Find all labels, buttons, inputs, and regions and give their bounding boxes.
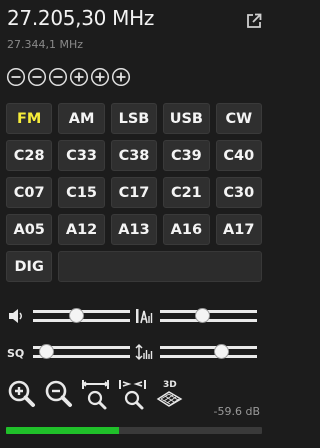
speaker-icon xyxy=(9,309,22,323)
volume-slider[interactable] xyxy=(33,305,130,327)
minus-circle-icon[interactable] xyxy=(6,67,26,87)
signal-level-readout: -59.6 dB xyxy=(213,405,261,418)
mode-button-fm[interactable]: FM xyxy=(6,103,53,134)
channel-row: C28 C33 C38 C39 C40 xyxy=(6,140,262,171)
zoom-in-icon[interactable] xyxy=(6,377,37,411)
plus-circle-icon[interactable] xyxy=(111,67,131,87)
minus-circle-icon[interactable] xyxy=(48,67,68,87)
plus-circle-icon[interactable] xyxy=(69,67,89,87)
channel-button-c39[interactable]: C39 xyxy=(163,140,210,171)
squelch-slider[interactable] xyxy=(33,341,130,363)
svg-text:SQ: SQ xyxy=(7,347,24,360)
frequency-step-buttons xyxy=(6,67,131,87)
mode-button-usb[interactable]: USB xyxy=(163,103,210,134)
channel-button-c07[interactable]: C07 xyxy=(6,177,53,208)
channel-button-c33[interactable]: C33 xyxy=(58,140,105,171)
dig-row: DIG xyxy=(6,251,262,282)
secondary-frequency: 27.344,1 MHz xyxy=(7,38,84,51)
mode-button-am[interactable]: AM xyxy=(58,103,105,134)
squelch-slider-knob[interactable] xyxy=(39,344,55,359)
zoom-out-icon[interactable] xyxy=(43,377,74,411)
zoom-center-icon[interactable] xyxy=(117,377,148,411)
channel-button-c30[interactable]: C30 xyxy=(215,177,262,208)
agc-slider[interactable] xyxy=(160,305,257,327)
mode-button-lsb[interactable]: LSB xyxy=(110,103,158,134)
channel-button-c38[interactable]: C38 xyxy=(110,140,158,171)
channel-button-a17[interactable]: A17 xyxy=(215,214,262,245)
channel-button-a05[interactable]: A05 xyxy=(6,214,53,245)
channel-row: C07 C15 C17 C21 C30 xyxy=(6,177,262,208)
noise-reduction-icon xyxy=(135,343,153,361)
plus-circle-icon[interactable] xyxy=(90,67,110,87)
dig-display xyxy=(58,251,262,282)
slider-row-2: SQ xyxy=(6,339,264,365)
frequency-display: 27.205,30 MHz xyxy=(7,6,155,30)
channel-button-c40[interactable]: C40 xyxy=(215,140,262,171)
slider-row-1 xyxy=(6,303,264,329)
zoom-fit-icon[interactable] xyxy=(80,377,111,411)
channel-button-a12[interactable]: A12 xyxy=(58,214,105,245)
channel-button-a16[interactable]: A16 xyxy=(163,214,210,245)
3d-badge-label: 3D xyxy=(163,380,177,390)
signal-meter xyxy=(6,427,262,434)
mode-button-cw[interactable]: CW xyxy=(215,103,262,134)
agc-icon xyxy=(136,309,153,324)
nr-slider[interactable] xyxy=(160,341,257,363)
3d-waterfall-icon[interactable]: 3D xyxy=(154,377,185,411)
external-window-icon[interactable] xyxy=(246,13,262,29)
button-grid: FM AM LSB USB CW C28 C33 C38 C39 C40 C07 C15 C17 C2… xyxy=(6,103,262,282)
minus-circle-icon[interactable] xyxy=(27,67,47,87)
mode-row: FM AM LSB USB CW xyxy=(6,103,262,134)
nr-slider-track xyxy=(160,346,257,358)
waterfall-toolbar: 3D xyxy=(6,377,185,411)
squelch-icon: SQ xyxy=(7,347,24,360)
channel-row: A05 A12 A13 A16 A17 xyxy=(6,214,262,245)
channel-button-a13[interactable]: A13 xyxy=(110,214,158,245)
channel-button-c15[interactable]: C15 xyxy=(58,177,105,208)
dig-button[interactable]: DIG xyxy=(6,251,53,282)
nr-slider-knob[interactable] xyxy=(213,344,229,359)
channel-button-c21[interactable]: C21 xyxy=(163,177,210,208)
channel-button-c17[interactable]: C17 xyxy=(110,177,158,208)
channel-button-c28[interactable]: C28 xyxy=(6,140,53,171)
signal-meter-fill xyxy=(6,427,119,434)
